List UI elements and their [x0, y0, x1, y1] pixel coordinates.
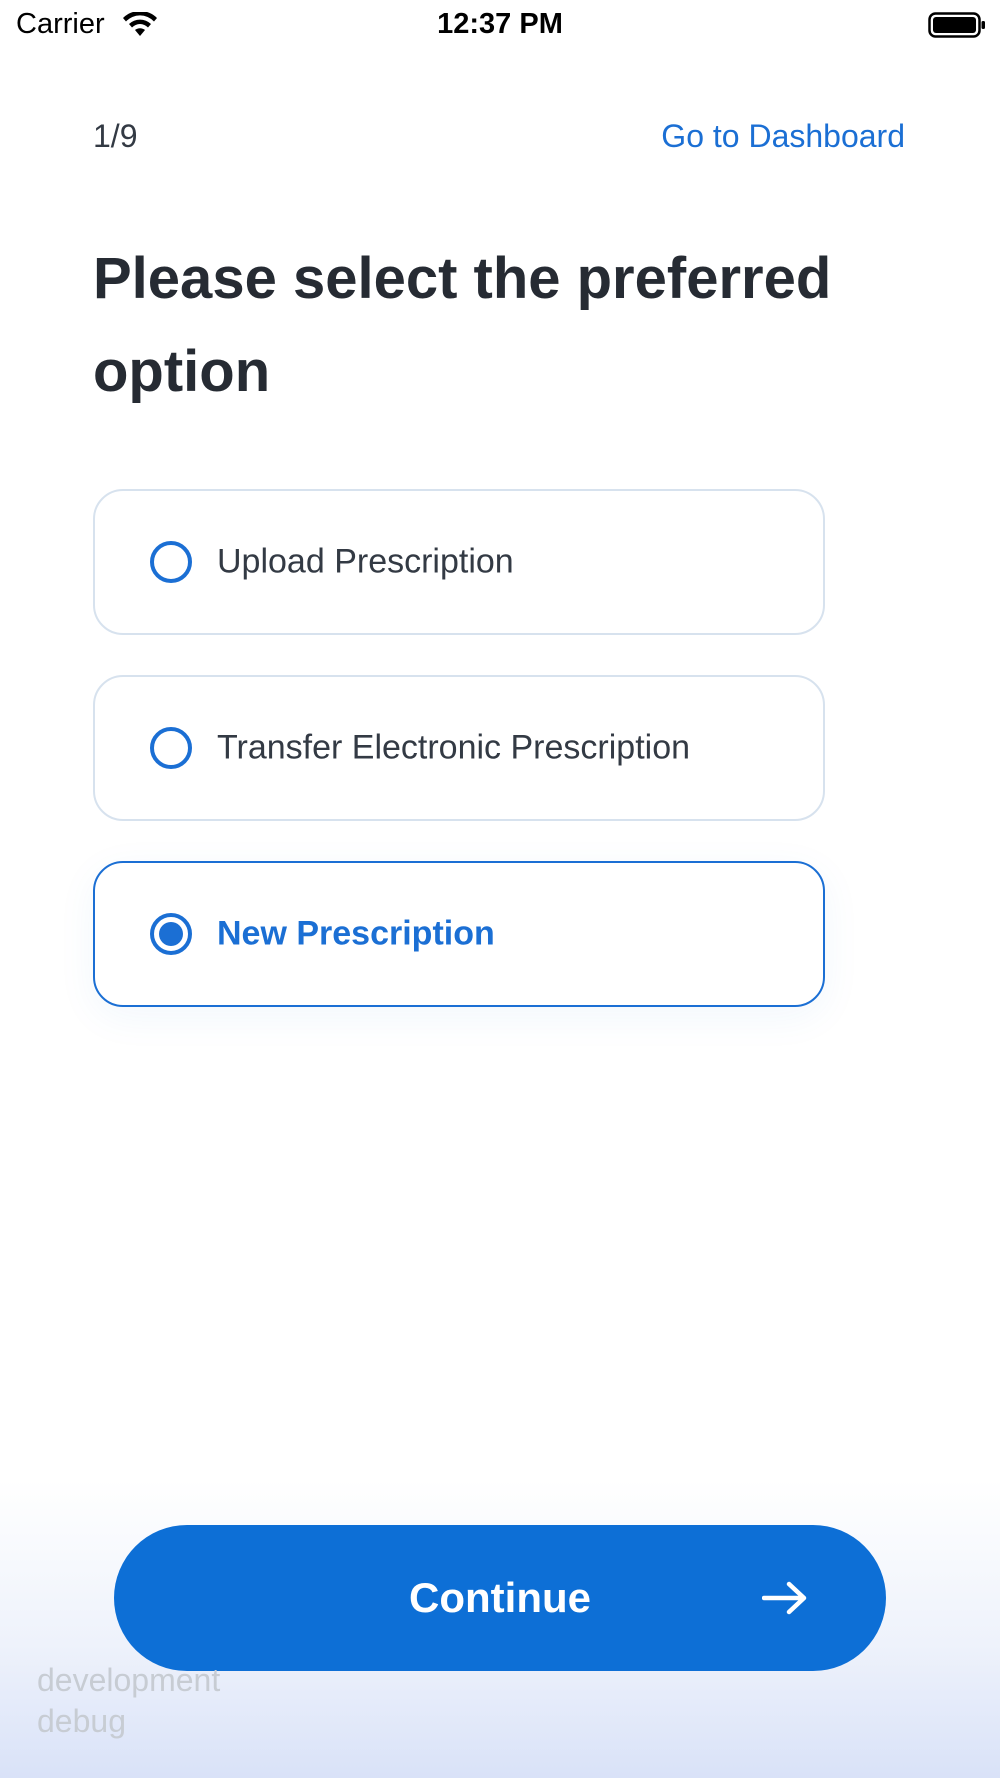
option-upload-prescription[interactable]: Upload Prescription [93, 489, 825, 635]
option-label: New Prescription [217, 914, 495, 953]
radio-unselected-icon[interactable] [150, 541, 192, 583]
continue-button[interactable]: Continue [114, 1525, 886, 1671]
go-to-dashboard-link[interactable]: Go to Dashboard [661, 118, 905, 155]
status-bar: Carrier 12:37 PM [0, 0, 1000, 52]
environment-line: development [37, 1662, 221, 1698]
page-title: Please select the preferred option [93, 246, 832, 404]
option-label: Transfer Electronic Prescription [217, 728, 691, 767]
battery-icon [928, 12, 985, 38]
option-transfer-electronic-prescription[interactable]: Transfer Electronic Prescription [93, 675, 825, 821]
option-new-prescription[interactable]: New Prescription [93, 861, 825, 1007]
prescription-options: Upload Prescription Transfer Electronic … [93, 489, 825, 1047]
build-type-line: debug [37, 1703, 126, 1739]
radio-selected-icon[interactable] [150, 913, 192, 955]
radio-unselected-icon[interactable] [150, 727, 192, 769]
environment-label: development debug [37, 1660, 220, 1742]
arrow-right-icon [762, 1581, 807, 1615]
step-counter: 1/9 [93, 118, 138, 154]
clock-time: 12:37 PM [437, 8, 563, 40]
option-label: Upload Prescription [217, 542, 514, 581]
